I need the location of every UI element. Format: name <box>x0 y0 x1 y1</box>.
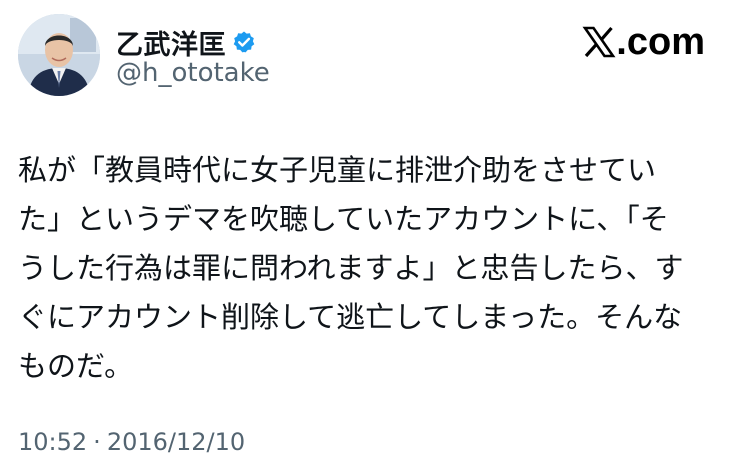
tweet-line: た」というデマを吹聴していたアカウントに、「そ <box>18 202 669 236</box>
user-handle[interactable]: @h_ototake <box>116 58 270 88</box>
profile-photo <box>18 14 100 96</box>
brand-text: .com <box>616 20 705 63</box>
tweet-line: うした行為は罪に問われますよ」と忠告したら、す <box>18 251 684 285</box>
tweet-card: 乙武洋匡 @h_ototake .com 私が「教員時代に女子児童に排泄介助をさ… <box>0 0 749 474</box>
tweet-text: 私が「教員時代に女子児童に排泄介助をさせてい た」というデマを吹聴していたアカウ… <box>18 146 718 391</box>
verified-badge-icon <box>232 30 256 54</box>
brand[interactable]: .com <box>582 20 705 64</box>
tweet-date: 2016/12/10 <box>106 428 246 456</box>
meta-separator: · <box>93 428 101 456</box>
x-logo-icon <box>582 25 616 59</box>
tweet-line: 私が「教員時代に女子児童に排泄介助をさせてい <box>18 153 657 187</box>
display-name[interactable]: 乙武洋匡 <box>116 23 226 62</box>
tweet-line: ぐにアカウント削除して逃亡してしまった。そんな <box>18 300 683 334</box>
tweet-timestamp[interactable]: 10:52 · 2016/12/10 <box>18 428 245 456</box>
tweet-line: ものだ。 <box>18 349 134 383</box>
avatar[interactable] <box>18 14 100 96</box>
name-row: 乙武洋匡 <box>116 23 256 62</box>
tweet-time: 10:52 <box>18 428 88 456</box>
